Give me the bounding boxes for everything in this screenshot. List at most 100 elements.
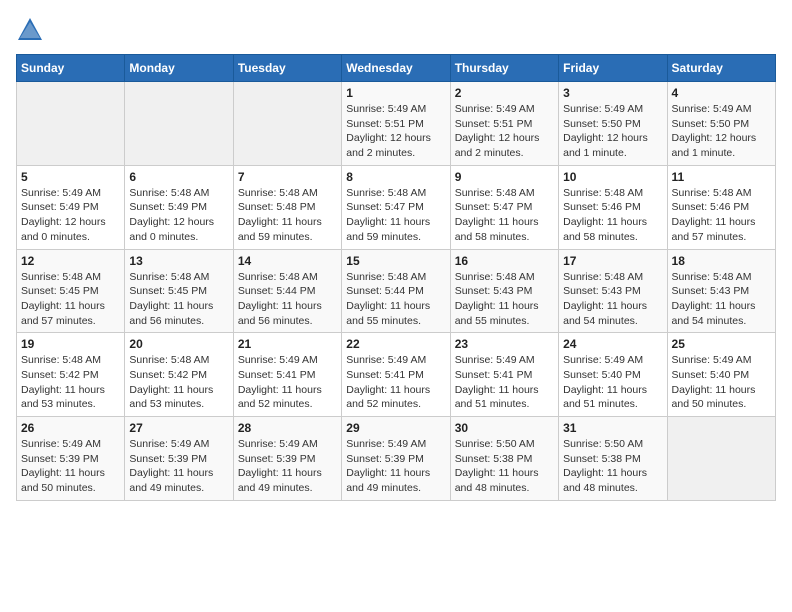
calendar-cell: 18 Sunrise: 5:48 AM Sunset: 5:43 PM Dayli… xyxy=(667,249,775,333)
day-number: 26 xyxy=(21,421,120,435)
calendar-cell xyxy=(667,417,775,501)
day-info: Sunrise: 5:48 AM Sunset: 5:47 PM Dayligh… xyxy=(346,186,445,245)
page-header xyxy=(16,16,776,44)
day-number: 11 xyxy=(672,170,771,184)
day-info: Sunrise: 5:48 AM Sunset: 5:42 PM Dayligh… xyxy=(21,353,120,412)
calendar-cell: 8Sunrise: 5:48 AM Sunset: 5:47 PM Daylig… xyxy=(342,165,450,249)
weekday-header: Sunday xyxy=(17,55,125,82)
day-number: 27 xyxy=(129,421,228,435)
day-number: 4 xyxy=(672,86,771,100)
day-number: 21 xyxy=(238,337,337,351)
weekday-header: Wednesday xyxy=(342,55,450,82)
day-number: 29 xyxy=(346,421,445,435)
day-info: Sunrise: 5:49 AM Sunset: 5:39 PM Dayligh… xyxy=(238,437,337,496)
day-info: Sunrise: 5:48 AM Sunset: 5:49 PM Dayligh… xyxy=(129,186,228,245)
weekday-row: SundayMondayTuesdayWednesdayThursdayFrid… xyxy=(17,55,776,82)
logo xyxy=(16,16,48,44)
day-info: Sunrise: 5:48 AM Sunset: 5:43 PM Dayligh… xyxy=(455,270,554,329)
day-number: 25 xyxy=(672,337,771,351)
calendar-cell: 4 Sunrise: 5:49 AM Sunset: 5:50 PM Daylig… xyxy=(667,82,775,166)
calendar-cell: 9 Sunrise: 5:48 AM Sunset: 5:47 PM Daylig… xyxy=(450,165,558,249)
calendar-cell: 24 Sunrise: 5:49 AM Sunset: 5:40 PM Dayli… xyxy=(559,333,667,417)
day-number: 12 xyxy=(21,254,120,268)
day-number: 19 xyxy=(21,337,120,351)
calendar-cell: 28 Sunrise: 5:49 AM Sunset: 5:39 PM Dayli… xyxy=(233,417,341,501)
calendar-cell: 19 Sunrise: 5:48 AM Sunset: 5:42 PM Dayli… xyxy=(17,333,125,417)
calendar-cell: 21 Sunrise: 5:49 AM Sunset: 5:41 PM Dayli… xyxy=(233,333,341,417)
calendar-cell: 31Sunrise: 5:50 AM Sunset: 5:38 PM Dayli… xyxy=(559,417,667,501)
calendar-week: 5 Sunrise: 5:49 AM Sunset: 5:49 PM Daylig… xyxy=(17,165,776,249)
day-number: 23 xyxy=(455,337,554,351)
day-info: Sunrise: 5:48 AM Sunset: 5:46 PM Dayligh… xyxy=(672,186,771,245)
calendar-cell: 27 Sunrise: 5:49 AM Sunset: 5:39 PM Dayli… xyxy=(125,417,233,501)
day-number: 5 xyxy=(21,170,120,184)
calendar-cell xyxy=(233,82,341,166)
calendar-cell xyxy=(17,82,125,166)
calendar-cell: 26Sunrise: 5:49 AM Sunset: 5:39 PM Dayli… xyxy=(17,417,125,501)
day-info: Sunrise: 5:48 AM Sunset: 5:44 PM Dayligh… xyxy=(238,270,337,329)
calendar-cell: 6 Sunrise: 5:48 AM Sunset: 5:49 PM Daylig… xyxy=(125,165,233,249)
day-info: Sunrise: 5:49 AM Sunset: 5:49 PM Dayligh… xyxy=(21,186,120,245)
calendar-cell: 12Sunrise: 5:48 AM Sunset: 5:45 PM Dayli… xyxy=(17,249,125,333)
calendar-week: 1Sunrise: 5:49 AM Sunset: 5:51 PM Daylig… xyxy=(17,82,776,166)
day-info: Sunrise: 5:48 AM Sunset: 5:43 PM Dayligh… xyxy=(563,270,662,329)
calendar-cell: 3 Sunrise: 5:49 AM Sunset: 5:50 PM Daylig… xyxy=(559,82,667,166)
calendar-cell: 13Sunrise: 5:48 AM Sunset: 5:45 PM Dayli… xyxy=(125,249,233,333)
day-info: Sunrise: 5:48 AM Sunset: 5:42 PM Dayligh… xyxy=(129,353,228,412)
day-number: 18 xyxy=(672,254,771,268)
calendar-cell: 14Sunrise: 5:48 AM Sunset: 5:44 PM Dayli… xyxy=(233,249,341,333)
calendar-week: 12 Sunrise: 5:48 AM Sunset: 5:45 PM Dayli… xyxy=(17,249,776,333)
day-info: Sunrise: 5:49 AM Sunset: 5:40 PM Dayligh… xyxy=(563,353,662,412)
calendar-cell: 29 Sunrise: 5:49 AM Sunset: 5:39 PM Dayli… xyxy=(342,417,450,501)
calendar-cell: 22Sunrise: 5:49 AM Sunset: 5:41 PM Dayli… xyxy=(342,333,450,417)
day-info: Sunrise: 5:48 AM Sunset: 5:45 PM Dayligh… xyxy=(129,270,228,329)
calendar-cell: 10 Sunrise: 5:48 AM Sunset: 5:46 PM Dayli… xyxy=(559,165,667,249)
calendar-week: 26 Sunrise: 5:49 AM Sunset: 5:39 PM Dayli… xyxy=(17,417,776,501)
day-info: Sunrise: 5:49 AM Sunset: 5:50 PM Dayligh… xyxy=(563,102,662,161)
day-info: Sunrise: 5:48 AM Sunset: 5:43 PM Dayligh… xyxy=(672,270,771,329)
calendar-cell: 25 Sunrise: 5:49 AM Sunset: 5:40 PM Dayli… xyxy=(667,333,775,417)
day-number: 30 xyxy=(455,421,554,435)
day-number: 15 xyxy=(346,254,445,268)
day-number: 24 xyxy=(563,337,662,351)
day-info: Sunrise: 5:49 AM Sunset: 5:41 PM Dayligh… xyxy=(346,353,445,412)
day-info: Sunrise: 5:49 AM Sunset: 5:41 PM Dayligh… xyxy=(238,353,337,412)
calendar-cell: 1Sunrise: 5:49 AM Sunset: 5:51 PM Daylig… xyxy=(342,82,450,166)
calendar-cell: 5 Sunrise: 5:49 AM Sunset: 5:49 PM Daylig… xyxy=(17,165,125,249)
calendar-cell: 30 Sunrise: 5:50 AM Sunset: 5:38 PM Dayli… xyxy=(450,417,558,501)
day-info: Sunrise: 5:49 AM Sunset: 5:40 PM Dayligh… xyxy=(672,353,771,412)
weekday-header: Monday xyxy=(125,55,233,82)
day-info: Sunrise: 5:49 AM Sunset: 5:41 PM Dayligh… xyxy=(455,353,554,412)
day-number: 6 xyxy=(129,170,228,184)
calendar-cell: 15 Sunrise: 5:48 AM Sunset: 5:44 PM Dayli… xyxy=(342,249,450,333)
weekday-header: Thursday xyxy=(450,55,558,82)
day-number: 16 xyxy=(455,254,554,268)
day-number: 10 xyxy=(563,170,662,184)
calendar-cell: 16 Sunrise: 5:48 AM Sunset: 5:43 PM Dayli… xyxy=(450,249,558,333)
calendar-cell: 2Sunrise: 5:49 AM Sunset: 5:51 PM Daylig… xyxy=(450,82,558,166)
day-number: 7 xyxy=(238,170,337,184)
weekday-header: Saturday xyxy=(667,55,775,82)
day-number: 17 xyxy=(563,254,662,268)
logo-icon xyxy=(16,16,44,44)
calendar-cell: 11 Sunrise: 5:48 AM Sunset: 5:46 PM Dayli… xyxy=(667,165,775,249)
calendar-header: SundayMondayTuesdayWednesdayThursdayFrid… xyxy=(17,55,776,82)
day-info: Sunrise: 5:49 AM Sunset: 5:39 PM Dayligh… xyxy=(129,437,228,496)
day-info: Sunrise: 5:48 AM Sunset: 5:44 PM Dayligh… xyxy=(346,270,445,329)
day-number: 28 xyxy=(238,421,337,435)
day-info: Sunrise: 5:50 AM Sunset: 5:38 PM Dayligh… xyxy=(455,437,554,496)
day-info: Sunrise: 5:48 AM Sunset: 5:46 PM Dayligh… xyxy=(563,186,662,245)
day-info: Sunrise: 5:49 AM Sunset: 5:50 PM Dayligh… xyxy=(672,102,771,161)
day-number: 9 xyxy=(455,170,554,184)
day-number: 20 xyxy=(129,337,228,351)
calendar-cell: 23 Sunrise: 5:49 AM Sunset: 5:41 PM Dayli… xyxy=(450,333,558,417)
day-info: Sunrise: 5:50 AM Sunset: 5:38 PM Dayligh… xyxy=(563,437,662,496)
day-info: Sunrise: 5:49 AM Sunset: 5:39 PM Dayligh… xyxy=(346,437,445,496)
day-info: Sunrise: 5:48 AM Sunset: 5:47 PM Dayligh… xyxy=(455,186,554,245)
weekday-header: Friday xyxy=(559,55,667,82)
calendar-cell: 7Sunrise: 5:48 AM Sunset: 5:48 PM Daylig… xyxy=(233,165,341,249)
day-number: 3 xyxy=(563,86,662,100)
day-number: 1 xyxy=(346,86,445,100)
calendar-table: SundayMondayTuesdayWednesdayThursdayFrid… xyxy=(16,54,776,501)
calendar-cell: 17 Sunrise: 5:48 AM Sunset: 5:43 PM Dayli… xyxy=(559,249,667,333)
